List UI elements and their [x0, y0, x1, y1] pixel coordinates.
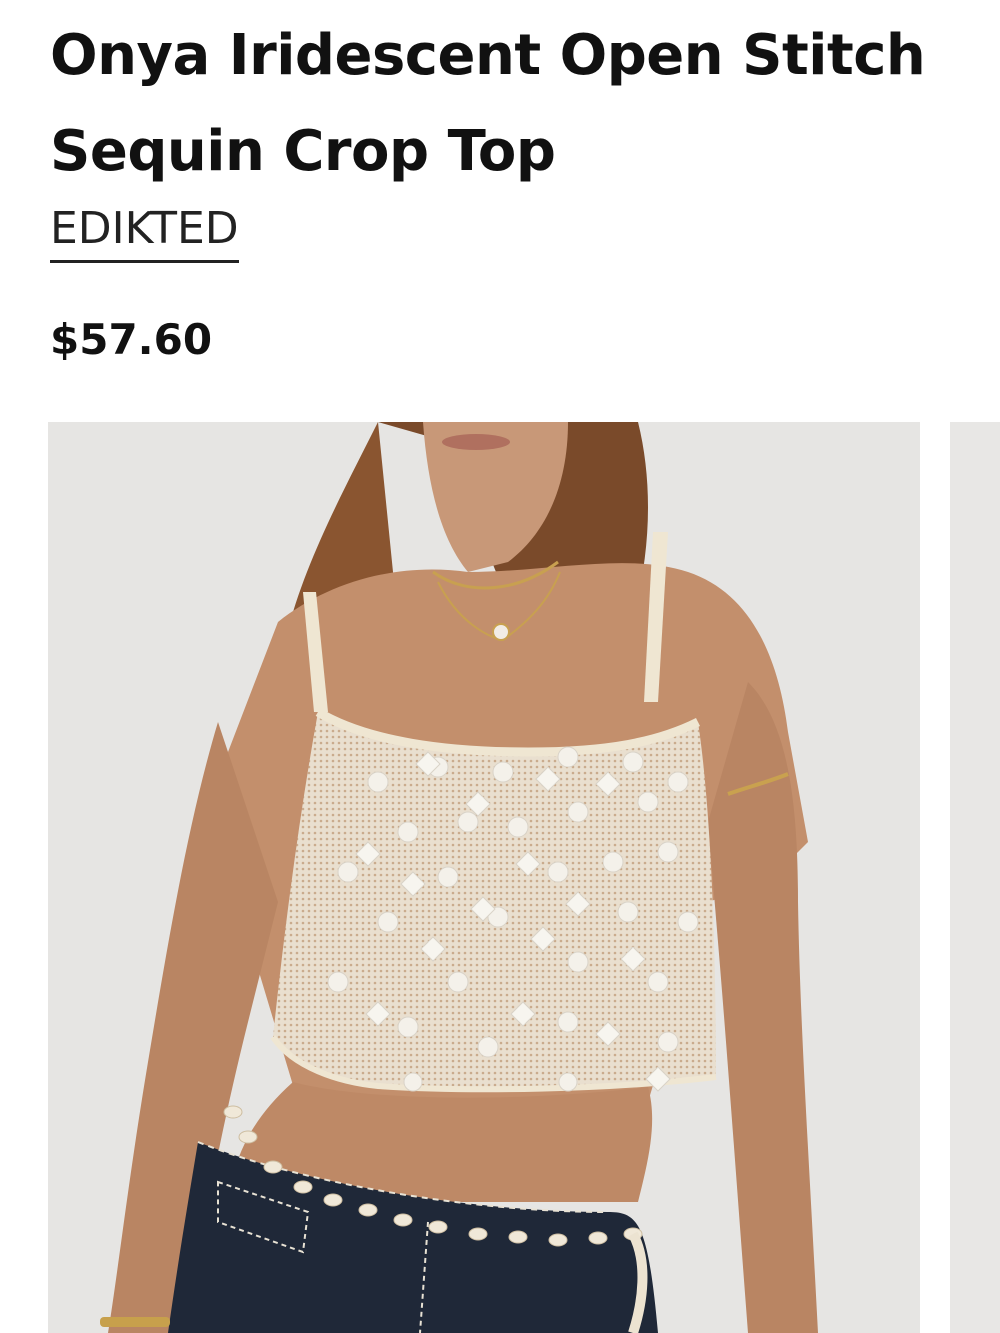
product-image-next[interactable] — [950, 422, 1000, 1333]
product-image-main[interactable] — [48, 422, 920, 1333]
product-photo — [48, 422, 920, 1333]
product-title: Onya Iridescent Open Stitch Sequin Crop … — [50, 23, 926, 184]
product-header: Onya Iridescent Open Stitch Sequin Crop … — [50, 0, 950, 200]
product-price: $57.60 — [50, 315, 213, 364]
image-carousel[interactable] — [48, 422, 1000, 1333]
brand-link[interactable]: EDIKTED — [50, 200, 239, 263]
